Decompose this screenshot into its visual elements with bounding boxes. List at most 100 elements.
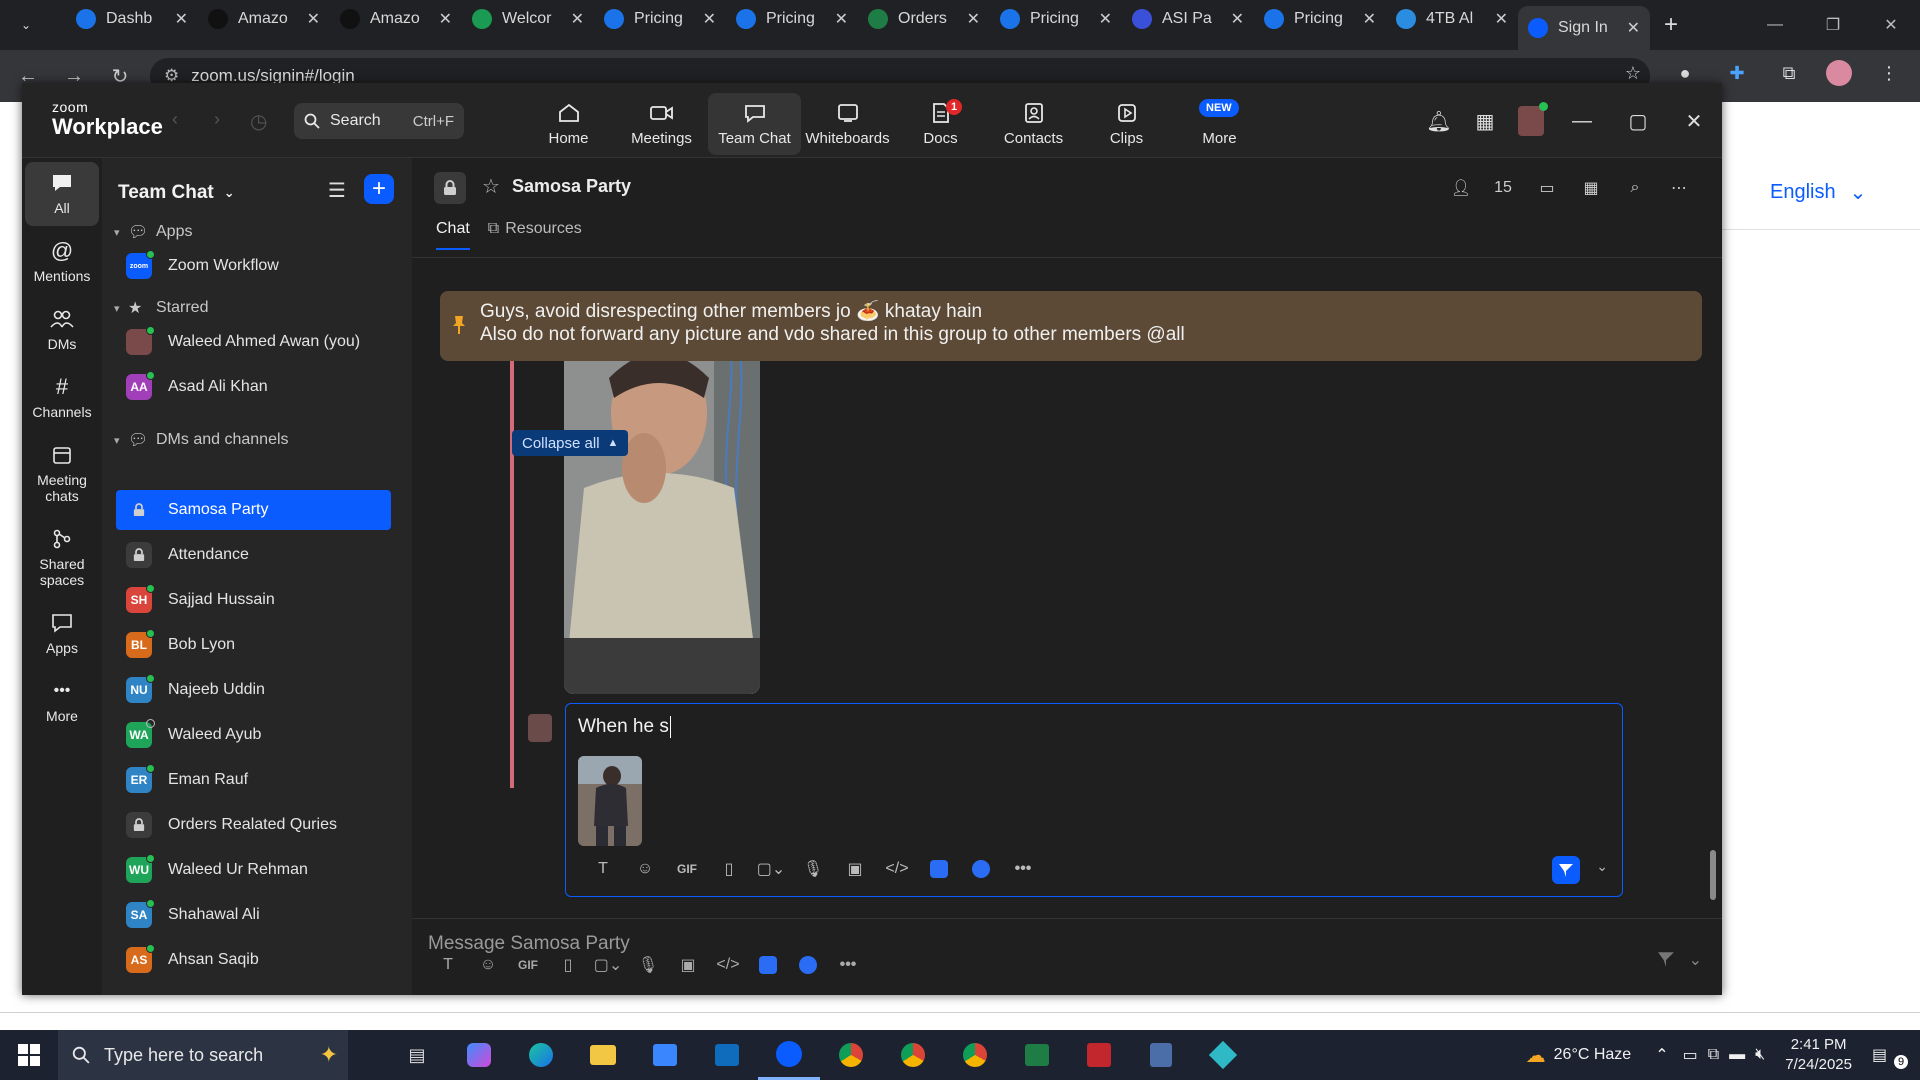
taskbar-search[interactable]: Type here to search ✦ <box>58 1030 348 1080</box>
task-view-icon[interactable]: ▤ <box>386 1030 448 1080</box>
app-diamond-icon[interactable] <box>1192 1030 1254 1080</box>
app-icon-2[interactable] <box>788 950 828 980</box>
channel-item[interactable]: Attendance <box>116 535 391 575</box>
file-icon[interactable]: ▯ <box>548 950 588 980</box>
members-button[interactable]: 👤︎ 15 <box>1442 172 1522 204</box>
reply-composer[interactable]: When he s T ☺ GIF ▯ ▢⌄ 🎙︎ ▣ </> ••• ⌄ <box>565 703 1623 897</box>
rail-all[interactable]: All <box>25 162 99 226</box>
tab-close-icon[interactable]: ✕ <box>571 9 584 29</box>
browser-tab[interactable]: Pricing ✕ <box>990 0 1122 38</box>
browser-tab[interactable]: Sign In ✕ <box>1518 6 1650 50</box>
send-options-icon[interactable]: ⌄ <box>1596 858 1608 875</box>
contact-item[interactable]: WA Waleed Ayub <box>116 715 391 755</box>
window-minimize-icon[interactable]: — <box>1554 101 1610 141</box>
tab-resources[interactable]: ⧉ Resources <box>488 220 582 250</box>
tab-close-icon[interactable]: ✕ <box>307 9 320 29</box>
tab-close-icon[interactable]: ✕ <box>1495 9 1508 29</box>
pinned-message[interactable]: Guys, avoid disrespecting other members … <box>440 291 1702 361</box>
nav-clips[interactable]: Clips <box>1080 93 1173 155</box>
chrome-icon-3[interactable] <box>944 1030 1006 1080</box>
tab-search-button[interactable]: ⌄ <box>10 9 42 41</box>
rail-dms[interactable]: DMs <box>25 298 99 362</box>
tab-close-icon[interactable]: ✕ <box>1231 9 1244 29</box>
calculator-icon[interactable] <box>1130 1030 1192 1080</box>
video-message-icon[interactable]: ▣ <box>834 854 876 884</box>
collapse-all-button[interactable]: Collapse all ▲ <box>512 430 629 456</box>
emoji-icon[interactable]: ☺ <box>468 950 508 980</box>
team-chat-title[interactable]: Team Chat ⌄ <box>118 182 235 204</box>
extension-plus-icon[interactable]: ✚ <box>1722 58 1752 88</box>
contact-item[interactable]: SH Sajjad Hussain <box>116 580 391 620</box>
schedule-icon[interactable]: ▦ <box>1572 172 1610 204</box>
history-forward-icon[interactable]: › <box>214 109 220 130</box>
channel-search-icon[interactable]: ⌕ <box>1616 172 1654 204</box>
browser-tab[interactable]: Pricing ✕ <box>1254 0 1386 38</box>
window-close-icon[interactable]: ✕ <box>1666 101 1722 141</box>
browser-tab[interactable]: Amazo ✕ <box>330 0 462 38</box>
tab-close-icon[interactable]: ✕ <box>835 9 848 29</box>
format-text-icon[interactable]: T <box>582 854 624 884</box>
rail-apps[interactable]: Apps <box>25 602 99 666</box>
puzzle-icon[interactable]: ⧉ <box>1774 58 1804 88</box>
nav-contacts[interactable]: Contacts <box>987 93 1080 155</box>
volume-muted-icon[interactable]: 🔇︎ <box>1755 1046 1765 1064</box>
chrome-icon-2[interactable] <box>882 1030 944 1080</box>
outlook-icon[interactable] <box>696 1030 758 1080</box>
history-icon[interactable]: ◷ <box>250 109 267 134</box>
restore-icon[interactable]: ❐ <box>1804 0 1862 50</box>
nav-home[interactable]: Home <box>522 93 615 155</box>
notifications-icon[interactable]: ▤ 9 <box>1872 1045 1912 1069</box>
section-dms[interactable]: ▾ 💬︎ DMs and channels <box>114 430 289 450</box>
browser-tab[interactable]: Dashb ✕ <box>66 0 198 38</box>
tab-close-icon[interactable]: ✕ <box>175 9 188 29</box>
shared-photo[interactable] <box>564 338 760 694</box>
browser-tab[interactable]: Amazo ✕ <box>198 0 330 38</box>
filezilla-icon[interactable] <box>1068 1030 1130 1080</box>
composer-input[interactable]: When he s <box>578 716 671 738</box>
channel-more-icon[interactable]: ⋯ <box>1660 172 1698 204</box>
contact-item[interactable]: Waleed Ahmed Awan (you) <box>116 322 391 362</box>
windows-start-icon[interactable] <box>0 1030 58 1080</box>
star-outline-icon[interactable]: ☆ <box>482 174 500 199</box>
contact-item[interactable]: WU Waleed Ur Rehman <box>116 850 391 890</box>
app-icon-1[interactable] <box>748 950 788 980</box>
app-icon-1[interactable] <box>918 854 960 884</box>
microphone-icon[interactable]: 🎙︎ <box>628 950 668 980</box>
contact-item[interactable]: NU Najeeb Uddin <box>116 670 391 710</box>
profile-avatar-icon[interactable] <box>1826 60 1852 86</box>
format-text-icon[interactable]: T <box>428 950 468 980</box>
screenshot-icon[interactable]: ▢⌄ <box>588 950 628 980</box>
tab-close-icon[interactable]: ✕ <box>1363 9 1376 29</box>
attached-gif-thumbnail[interactable] <box>578 756 642 846</box>
contact-item[interactable]: BL Bob Lyon <box>116 625 391 665</box>
zoom-search-button[interactable]: Search Ctrl+F <box>294 103 464 139</box>
app-zoom-workflow[interactable]: zoom Zoom Workflow <box>116 246 391 286</box>
contact-item[interactable]: AA Asad Ali Khan <box>116 367 391 407</box>
gif-icon[interactable]: GIF <box>508 950 548 980</box>
weather-text[interactable]: 26°C Haze <box>1554 1046 1632 1064</box>
rail-shared-spaces[interactable]: Shared spaces <box>25 518 99 598</box>
add-chat-button[interactable]: + <box>364 174 394 204</box>
nav-meetings[interactable]: Meetings <box>615 93 708 155</box>
file-icon[interactable]: ▯ <box>708 854 750 884</box>
browser-tab[interactable]: Pricing ✕ <box>594 0 726 38</box>
tab-close-icon[interactable]: ✕ <box>1627 18 1640 38</box>
rail-meeting-chats[interactable]: Meeting chats <box>25 434 99 514</box>
video-call-icon[interactable]: ▭ <box>1528 172 1566 204</box>
send-options-icon[interactable]: ⌄ <box>1689 950 1702 973</box>
calendar-icon[interactable]: ▦ <box>1462 101 1508 141</box>
section-starred[interactable]: ▾ ★ Starred <box>114 298 208 318</box>
video-message-icon[interactable]: ▣ <box>668 950 708 980</box>
more-actions-icon[interactable]: ••• <box>828 950 868 980</box>
send-disabled-icon[interactable] <box>1657 950 1675 973</box>
browser-tab[interactable]: Welcor ✕ <box>462 0 594 38</box>
new-tab-button[interactable]: + <box>1664 11 1678 39</box>
channel-item[interactable]: Orders Realated Quries <box>116 805 391 845</box>
chrome-icon-1[interactable] <box>820 1030 882 1080</box>
chat-scrollbar[interactable] <box>1710 338 1716 908</box>
clock[interactable]: 2:41 PM 7/24/2025 <box>1785 1035 1852 1075</box>
weather-icon[interactable]: ☁ <box>1526 1043 1546 1068</box>
tab-close-icon[interactable]: ✕ <box>439 9 452 29</box>
nav-more[interactable]: •••MoreNEW <box>1173 93 1266 155</box>
filter-icon[interactable]: ☰ <box>328 178 346 203</box>
